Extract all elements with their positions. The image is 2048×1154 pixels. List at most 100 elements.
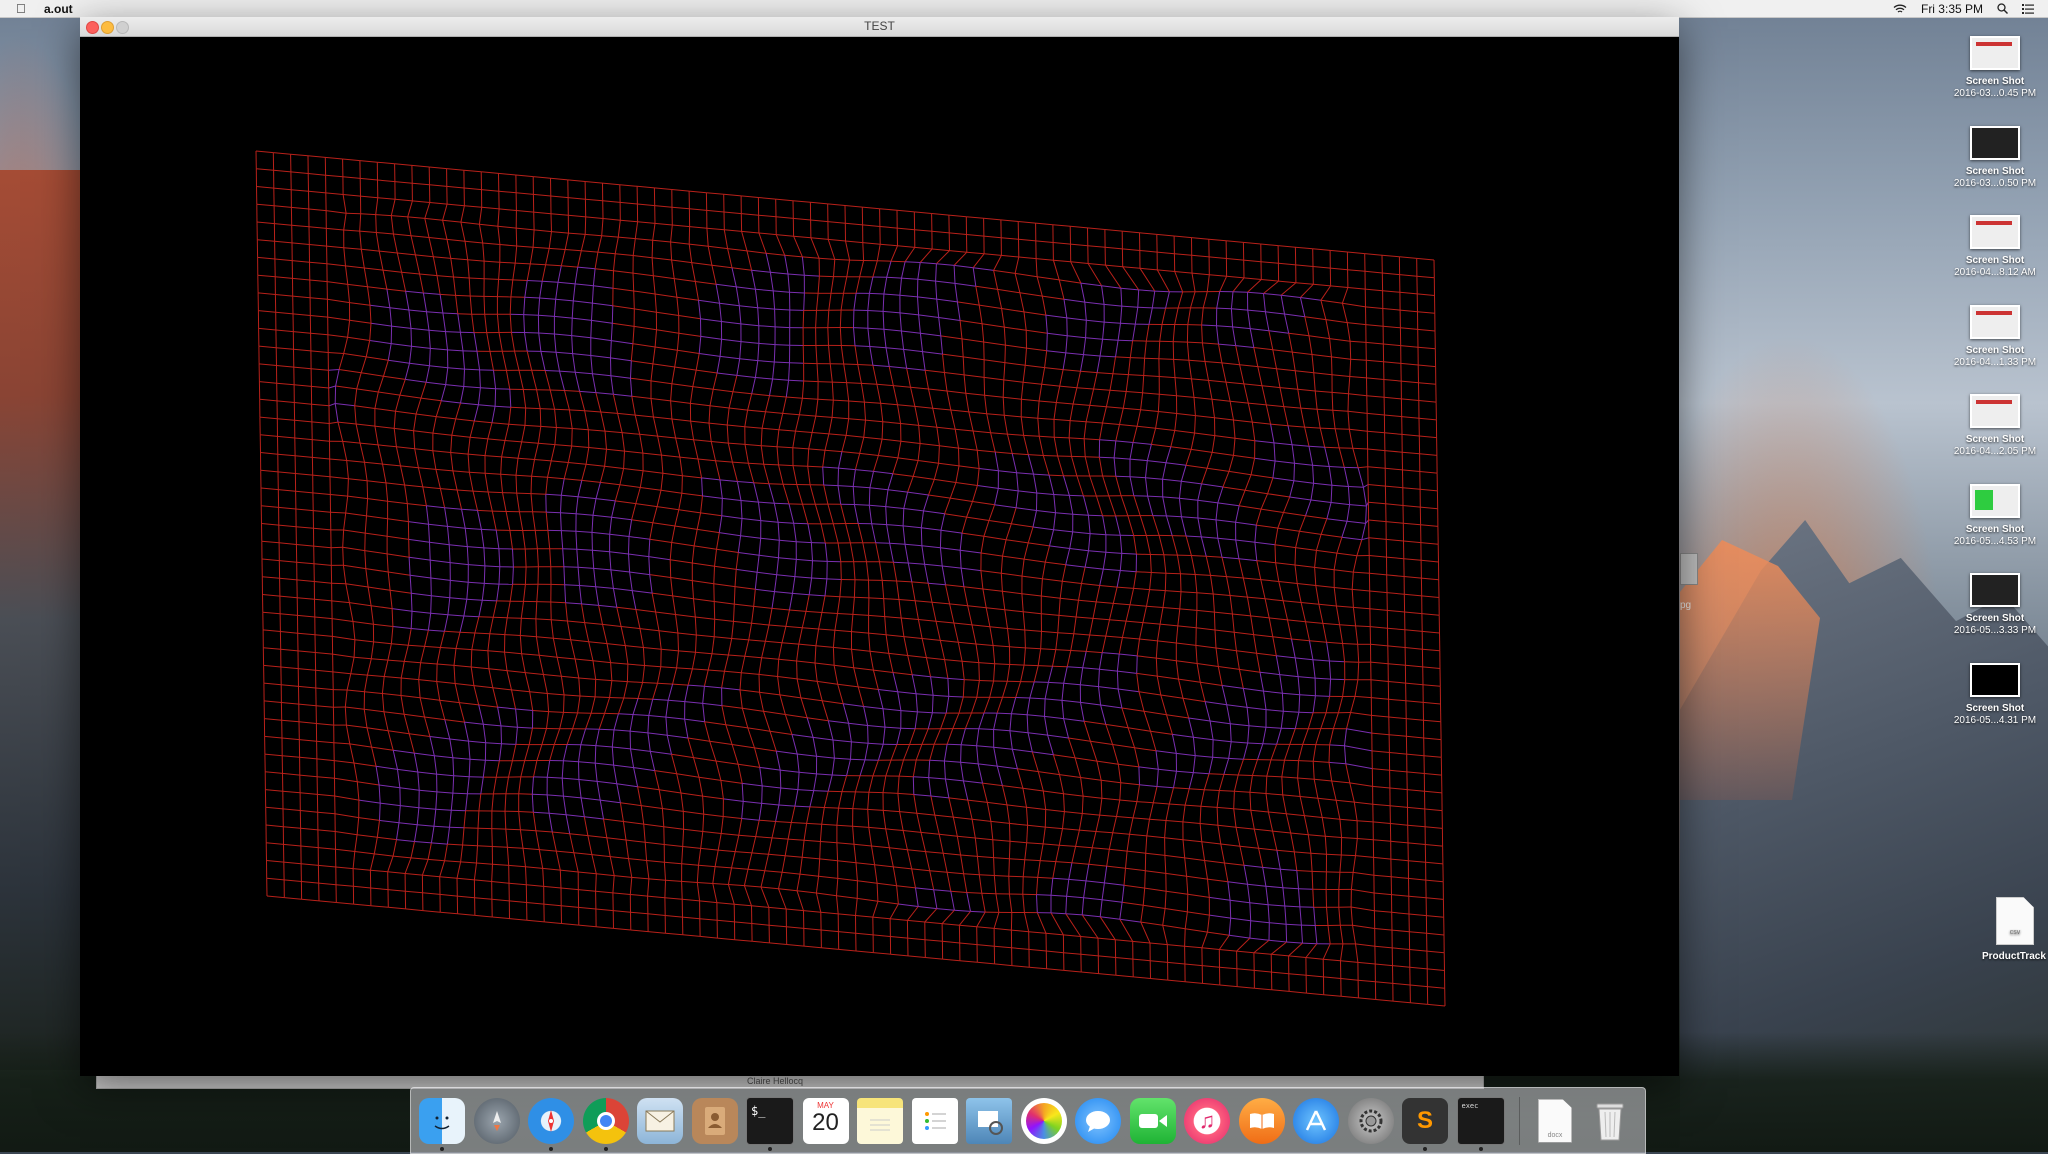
grid-line-horizontal	[312, 422, 329, 424]
grid-line-horizontal	[1404, 594, 1421, 596]
grid-line-horizontal	[1126, 868, 1146, 871]
grid-line-horizontal	[1248, 292, 1264, 293]
grid-line-horizontal	[1229, 758, 1244, 759]
grid-line-horizontal	[584, 817, 603, 819]
grid-line-vertical	[1009, 894, 1011, 913]
grid-line-vertical	[874, 456, 879, 472]
grid-line-horizontal	[834, 665, 854, 667]
apple-icon[interactable]: 	[16, 0, 32, 17]
grid-line-vertical	[672, 260, 675, 279]
grid-line-vertical	[437, 648, 440, 665]
grid-line-vertical	[457, 490, 462, 509]
window-titlebar[interactable]: TEST	[80, 17, 1679, 37]
grid-line-vertical	[944, 744, 947, 761]
grid-line-vertical	[1056, 633, 1058, 650]
grid-line-vertical	[774, 345, 775, 362]
grid-line-horizontal	[640, 629, 659, 631]
grid-line-horizontal	[532, 476, 548, 477]
notification-center-icon[interactable]	[2022, 4, 2034, 14]
grid-line-vertical	[710, 389, 713, 406]
grid-line-horizontal	[1375, 982, 1392, 984]
grid-line-vertical	[492, 864, 493, 881]
spotlight-search-icon[interactable]	[1997, 3, 2008, 14]
grid-line-horizontal	[599, 729, 614, 730]
grid-line-horizontal	[549, 813, 566, 815]
grid-line-vertical	[481, 777, 484, 794]
grid-line-vertical	[404, 645, 408, 661]
grid-line-horizontal	[581, 251, 598, 252]
grid-line-horizontal	[624, 469, 644, 471]
grid-line-vertical	[515, 351, 520, 370]
grid-line-horizontal	[1265, 599, 1283, 601]
grid-line-vertical	[666, 717, 667, 735]
background-window-edge[interactable]	[1680, 553, 1698, 585]
menu-clock[interactable]: Fri 3:35 PM	[1921, 2, 1983, 16]
grid-line-horizontal	[929, 389, 948, 391]
grid-line-horizontal	[561, 906, 578, 908]
menu-app-name[interactable]: a.out	[44, 2, 73, 16]
grid-line-horizontal	[994, 747, 1013, 749]
grid-line-horizontal	[1290, 497, 1311, 500]
grid-line-horizontal	[931, 796, 949, 798]
grid-line-vertical	[812, 561, 813, 578]
grid-line-vertical	[967, 893, 971, 912]
grid-line-horizontal	[740, 359, 758, 361]
grid-line-vertical	[868, 726, 869, 744]
grid-line-horizontal	[1425, 809, 1442, 811]
grid-line-horizontal	[550, 390, 564, 391]
grid-line-vertical	[1016, 491, 1018, 508]
grid-line-horizontal	[380, 820, 400, 822]
grid-line-horizontal	[1289, 956, 1306, 958]
grid-line-vertical	[820, 824, 821, 841]
grid-line-horizontal	[1007, 805, 1027, 807]
grid-line-vertical	[696, 354, 699, 371]
grid-line-horizontal	[461, 222, 480, 224]
wifi-icon[interactable]	[1893, 4, 1907, 14]
grid-line-horizontal	[785, 255, 803, 257]
grid-line-horizontal	[519, 812, 534, 813]
grid-line-horizontal	[262, 541, 279, 543]
grid-line-vertical	[777, 447, 779, 465]
grid-line-horizontal	[979, 469, 998, 471]
grid-line-horizontal	[1122, 708, 1144, 711]
grid-line-vertical	[853, 470, 855, 487]
grid-line-horizontal	[1119, 654, 1137, 656]
grid-line-vertical	[1084, 338, 1086, 355]
grid-line-horizontal	[1402, 452, 1419, 454]
grid-line-horizontal	[631, 930, 648, 932]
grid-line-horizontal	[1117, 587, 1134, 588]
grid-line-horizontal	[1016, 508, 1036, 511]
grid-line-vertical	[925, 564, 929, 583]
grid-line-horizontal	[838, 861, 856, 863]
app-window[interactable]: TEST	[80, 17, 1679, 1076]
grid-line-horizontal	[1147, 606, 1164, 607]
grid-line-horizontal	[984, 254, 1001, 256]
grid-line-horizontal	[1269, 618, 1287, 620]
grid-line-vertical	[655, 771, 660, 790]
grid-line-vertical	[854, 668, 859, 687]
render-canvas[interactable]	[80, 37, 1679, 1076]
grid-line-vertical	[954, 252, 967, 265]
grid-line-vertical	[769, 608, 772, 625]
grid-line-vertical	[1038, 418, 1039, 436]
grid-line-vertical	[841, 346, 843, 365]
grid-line-horizontal	[630, 731, 648, 733]
grid-line-vertical	[368, 587, 371, 606]
grid-line-vertical	[1070, 532, 1073, 549]
grid-line-vertical	[355, 406, 356, 424]
grid-line-horizontal	[620, 485, 640, 488]
grid-line-vertical	[450, 810, 452, 827]
grid-line-horizontal	[652, 593, 673, 596]
grid-line-horizontal	[704, 686, 721, 688]
grid-line-horizontal	[944, 761, 960, 762]
grid-line-horizontal	[752, 853, 769, 854]
grid-line-vertical	[760, 692, 764, 711]
grid-line-horizontal	[898, 246, 915, 248]
grid-line-vertical	[783, 484, 789, 504]
grid-line-horizontal	[1104, 304, 1122, 306]
grid-line-horizontal	[1229, 471, 1251, 474]
grid-line-horizontal	[263, 595, 280, 597]
grid-line-horizontal	[603, 201, 620, 203]
grid-line-vertical	[915, 712, 917, 729]
grid-line-vertical	[621, 627, 625, 646]
